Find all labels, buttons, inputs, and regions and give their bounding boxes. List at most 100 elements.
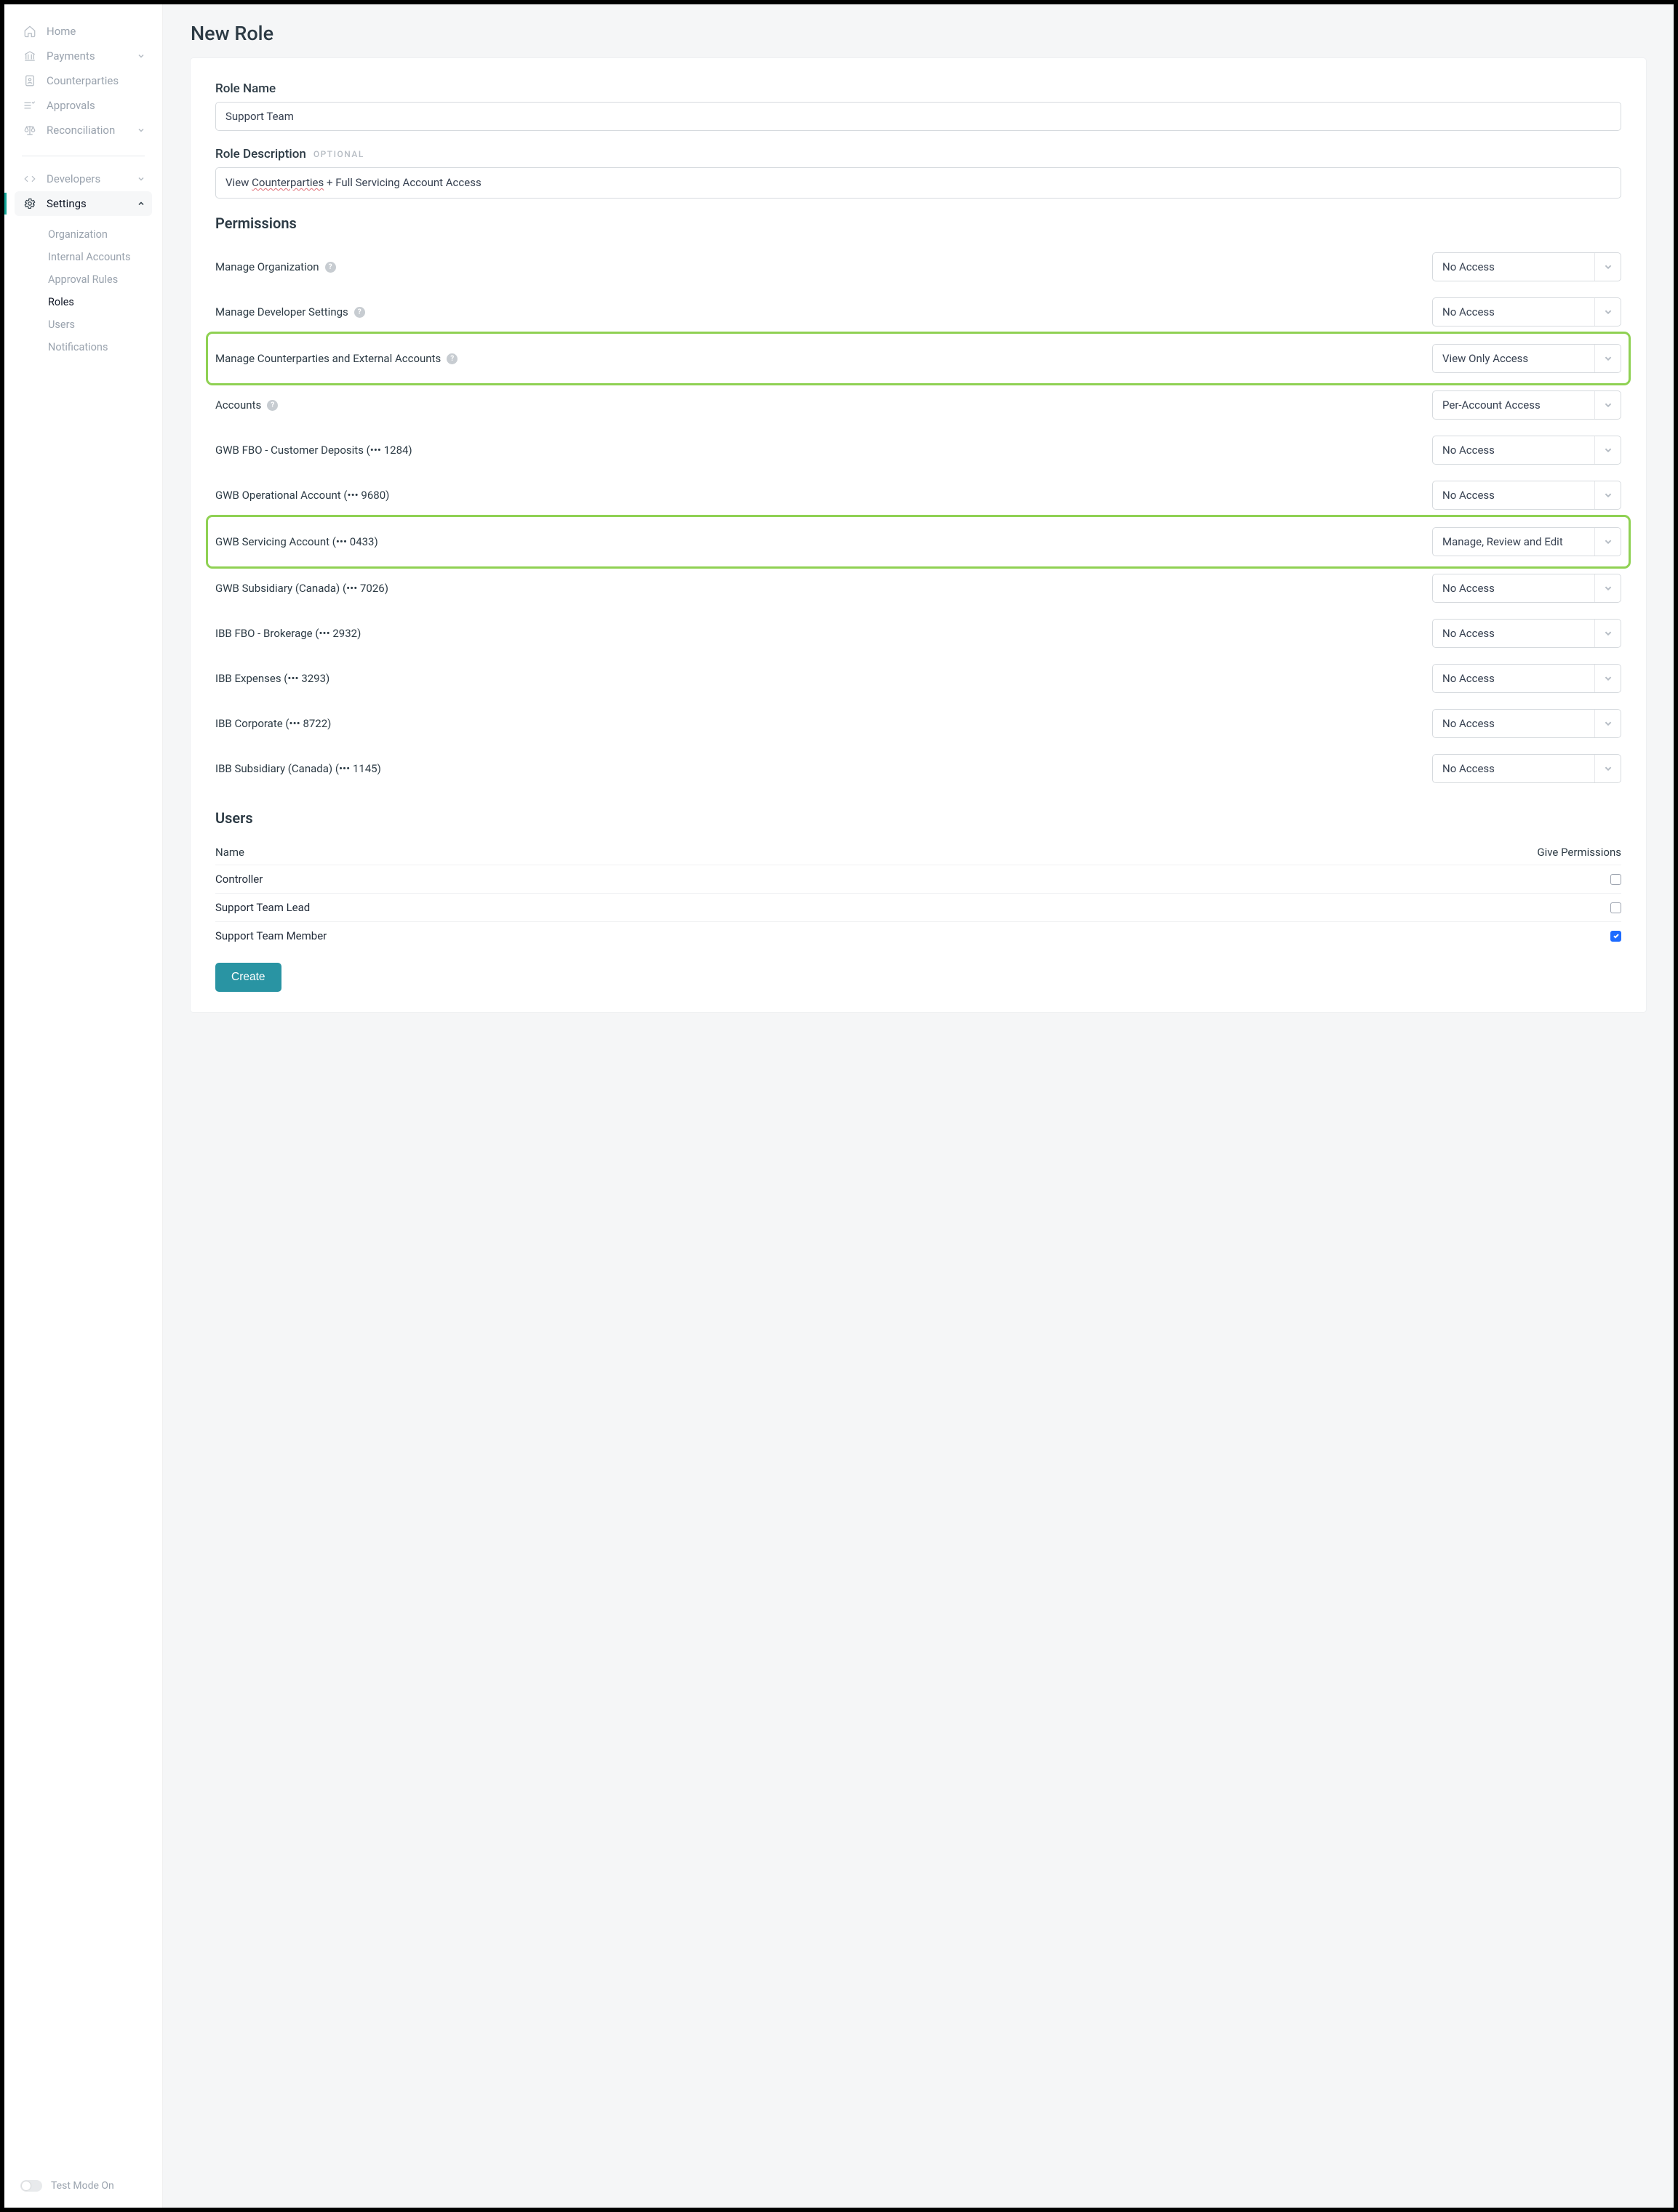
- permission-row: Accounts ? Per-Account Access: [215, 383, 1621, 427]
- permission-label: IBB Subsidiary (Canada) (••• 1145): [215, 762, 1432, 775]
- permission-label: Manage Counterparties and External Accou…: [215, 352, 1432, 365]
- role-name-input[interactable]: [215, 102, 1621, 131]
- permission-row: GWB Servicing Account (••• 0433) Manage,…: [211, 520, 1626, 564]
- chevron-down-icon: [1594, 755, 1621, 782]
- select-value: No Access: [1433, 574, 1594, 602]
- nav-label: Developers: [47, 172, 100, 185]
- create-button[interactable]: Create: [215, 963, 281, 992]
- subnav-organization[interactable]: Organization: [45, 223, 152, 246]
- sidebar-item-payments[interactable]: Payments: [15, 44, 152, 68]
- user-name: Support Team Lead: [215, 901, 310, 914]
- select-value: View Only Access: [1433, 345, 1594, 372]
- permission-row: IBB Expenses (••• 3293) No Access: [215, 657, 1621, 700]
- role-description-label: Role Description OPTIONAL: [215, 147, 1621, 161]
- scales-icon: [22, 124, 38, 137]
- nav-label: Payments: [47, 49, 95, 63]
- subnav-users[interactable]: Users: [45, 313, 152, 336]
- chevron-down-icon: [1594, 574, 1621, 602]
- subnav-roles[interactable]: Roles: [45, 291, 152, 313]
- permission-select[interactable]: No Access: [1432, 709, 1621, 738]
- select-value: No Access: [1433, 710, 1594, 737]
- test-mode-toggle[interactable]: [20, 2180, 42, 2192]
- permission-label: GWB Operational Account (••• 9680): [215, 489, 1432, 502]
- select-value: No Access: [1433, 298, 1594, 326]
- permission-select[interactable]: No Access: [1432, 436, 1621, 465]
- permission-select[interactable]: No Access: [1432, 619, 1621, 648]
- sidebar-item-reconciliation[interactable]: Reconciliation: [15, 118, 152, 143]
- permission-checkbox[interactable]: [1610, 874, 1621, 885]
- subnav-notifications[interactable]: Notifications: [45, 336, 152, 358]
- chevron-down-icon: [1594, 710, 1621, 737]
- sidebar-item-approvals[interactable]: Approvals: [15, 93, 152, 118]
- permission-select[interactable]: View Only Access: [1432, 344, 1621, 373]
- help-icon[interactable]: ?: [447, 353, 458, 364]
- desc-text: View: [225, 176, 252, 189]
- permission-select[interactable]: No Access: [1432, 252, 1621, 281]
- permission-row: GWB Subsidiary (Canada) (••• 7026) No Ac…: [215, 566, 1621, 610]
- permission-select[interactable]: Manage, Review and Edit: [1432, 527, 1621, 556]
- main-content: New Role Role Name Role Description OPTI…: [163, 4, 1674, 2208]
- permission-checkbox[interactable]: [1610, 902, 1621, 913]
- user-name: Controller: [215, 873, 263, 886]
- approvals-icon: [22, 99, 38, 112]
- contacts-icon: [22, 74, 38, 87]
- permission-label: GWB FBO - Customer Deposits (••• 1284): [215, 444, 1432, 457]
- permission-label: GWB Servicing Account (••• 0433): [215, 535, 1432, 548]
- sidebar-item-home[interactable]: Home: [15, 19, 152, 44]
- role-description-input[interactable]: View Counterparties + Full Servicing Acc…: [215, 167, 1621, 199]
- code-icon: [22, 172, 38, 185]
- permission-row: Manage Developer Settings ? No Access: [215, 290, 1621, 334]
- users-list: Controller Support Team Lead Support Tea…: [215, 865, 1621, 950]
- permission-label: Manage Developer Settings ?: [215, 305, 1432, 318]
- user-row: Support Team Member: [215, 921, 1621, 950]
- role-name-label: Role Name: [215, 81, 1621, 96]
- permission-row: IBB FBO - Brokerage (••• 2932) No Access: [215, 612, 1621, 655]
- sidebar: Home Payments Counterparties: [4, 4, 163, 2208]
- user-name: Support Team Member: [215, 929, 327, 942]
- permission-row: Manage Counterparties and External Accou…: [211, 337, 1626, 380]
- help-icon[interactable]: ?: [325, 262, 336, 273]
- chevron-up-icon: [137, 197, 145, 210]
- subnav-approval-rules[interactable]: Approval Rules: [45, 268, 152, 291]
- permission-row: IBB Subsidiary (Canada) (••• 1145) No Ac…: [215, 747, 1621, 790]
- settings-subnav: Organization Internal Accounts Approval …: [4, 222, 162, 361]
- home-icon: [22, 25, 38, 38]
- permission-select[interactable]: No Access: [1432, 297, 1621, 326]
- permission-row: GWB FBO - Customer Deposits (••• 1284) N…: [215, 428, 1621, 472]
- desc-text: + Full Servicing Account Access: [324, 176, 481, 189]
- select-value: Per-Account Access: [1433, 391, 1594, 419]
- optional-tag: OPTIONAL: [313, 149, 364, 159]
- permission-select[interactable]: No Access: [1432, 754, 1621, 783]
- help-icon[interactable]: ?: [354, 307, 365, 318]
- nav-label: Counterparties: [47, 74, 119, 87]
- subnav-internal-accounts[interactable]: Internal Accounts: [45, 246, 152, 268]
- form-card: Role Name Role Description OPTIONAL View…: [191, 58, 1646, 1012]
- permission-select[interactable]: No Access: [1432, 664, 1621, 693]
- permissions-heading: Permissions: [215, 215, 1621, 232]
- users-table-header: Name Give Permissions: [215, 840, 1621, 865]
- chevron-down-icon: [137, 172, 145, 185]
- nav-label: Reconciliation: [47, 124, 115, 137]
- permission-row: Manage Organization ? No Access: [215, 245, 1621, 289]
- sidebar-item-counterparties[interactable]: Counterparties: [15, 68, 152, 93]
- select-value: No Access: [1433, 755, 1594, 782]
- permission-checkbox[interactable]: [1610, 931, 1621, 942]
- sidebar-footer: Test Mode On: [4, 2170, 162, 2202]
- chevron-down-icon: [1594, 298, 1621, 326]
- chevron-down-icon: [137, 49, 145, 63]
- role-description-label-text: Role Description: [215, 147, 306, 161]
- chevron-down-icon: [1594, 620, 1621, 647]
- permission-select[interactable]: No Access: [1432, 481, 1621, 510]
- sidebar-item-settings[interactable]: Settings: [15, 191, 152, 216]
- test-mode-label: Test Mode On: [51, 2180, 114, 2192]
- permission-select[interactable]: Per-Account Access: [1432, 390, 1621, 420]
- permission-label: GWB Subsidiary (Canada) (••• 7026): [215, 582, 1432, 595]
- chevron-down-icon: [137, 124, 145, 137]
- role-name-field: Role Name: [215, 81, 1621, 131]
- permission-select[interactable]: No Access: [1432, 574, 1621, 603]
- help-icon[interactable]: ?: [267, 400, 278, 411]
- select-value: No Access: [1433, 253, 1594, 281]
- sidebar-item-developers[interactable]: Developers: [15, 167, 152, 191]
- user-row: Controller: [215, 865, 1621, 893]
- page-title: New Role: [191, 22, 1646, 45]
